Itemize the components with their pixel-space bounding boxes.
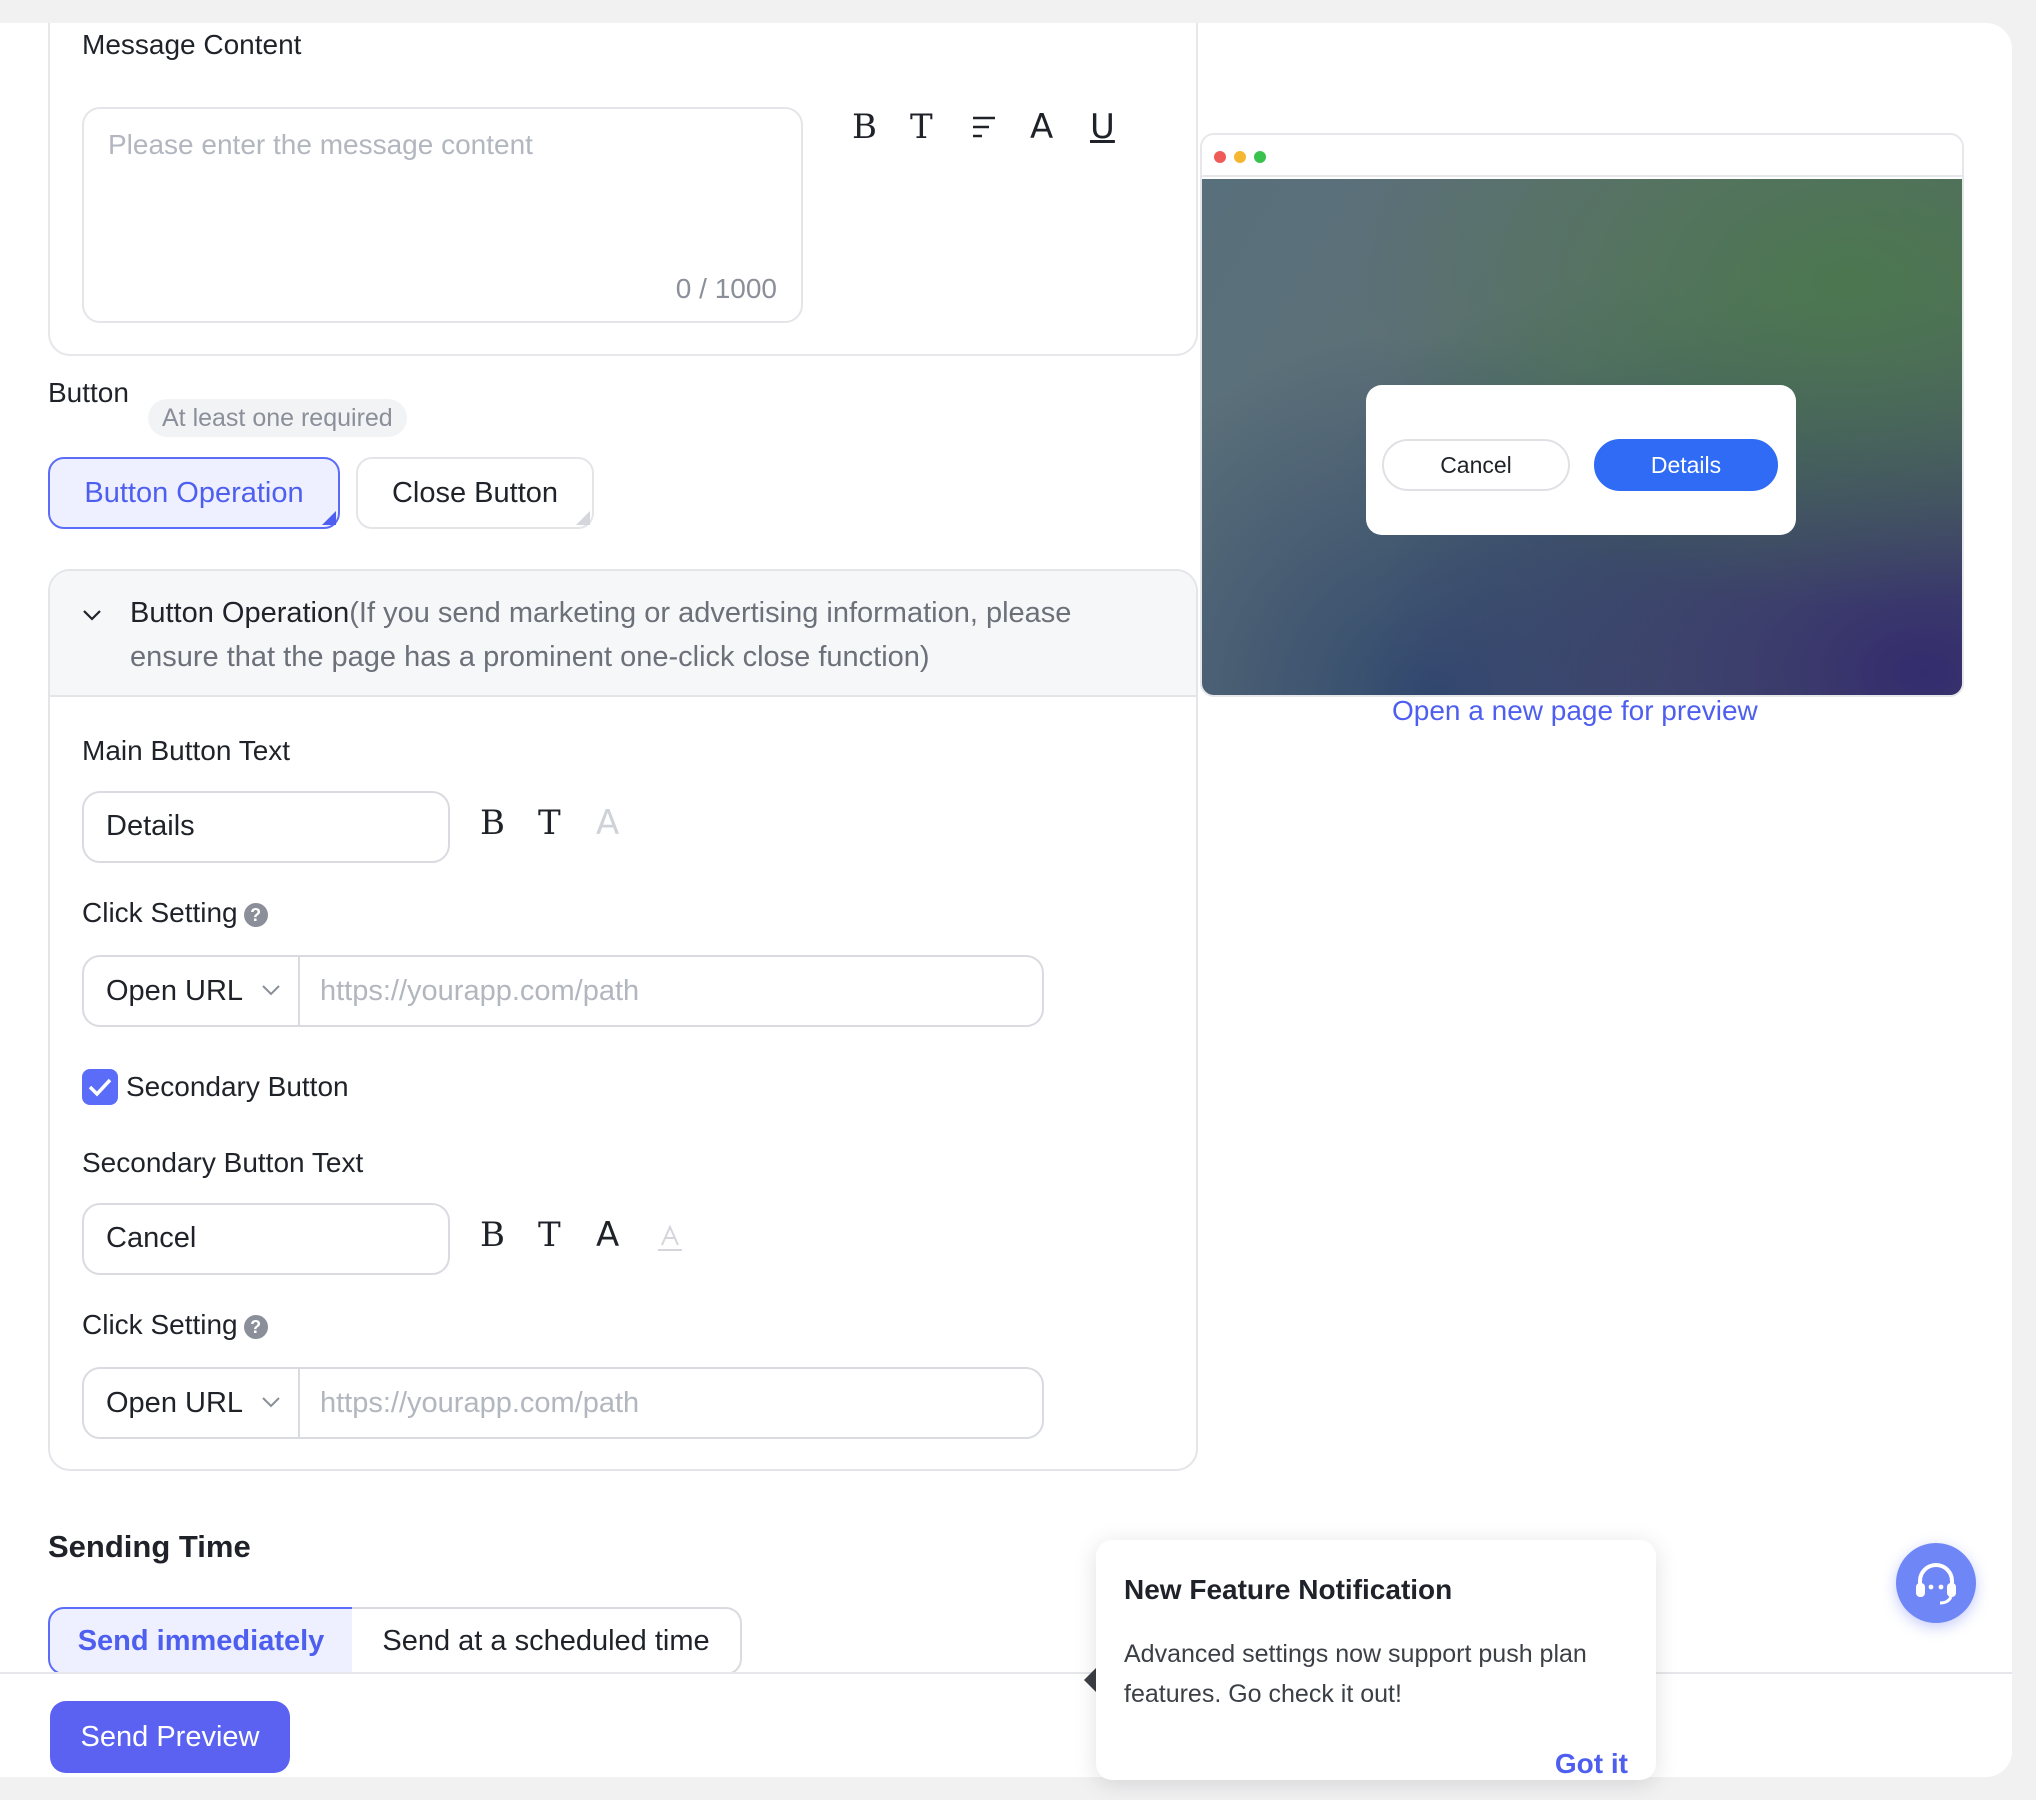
close-button-tab[interactable]: Close Button bbox=[356, 457, 594, 529]
selected-corner-mark bbox=[322, 511, 336, 525]
main-font-size-icon[interactable]: T bbox=[538, 803, 561, 843]
click-setting-combo: Open URL https://yourapp.com/path bbox=[82, 955, 1044, 1027]
send-scheduled-option[interactable]: Send at a scheduled time bbox=[352, 1607, 742, 1675]
message-content-label: Message Content bbox=[82, 29, 302, 60]
main-button-text-input[interactable]: Details bbox=[82, 791, 450, 863]
popover-arrow bbox=[1084, 1668, 1096, 1692]
preview-details-button: Details bbox=[1594, 439, 1778, 491]
button-operation-tab-label: Button Operation bbox=[84, 477, 304, 509]
main-card: Message Content Please enter the message… bbox=[0, 23, 2012, 1777]
chevron-down-icon[interactable] bbox=[260, 1391, 282, 1413]
button-operation-panel: Button Operation(If you send marketing o… bbox=[48, 569, 1198, 1471]
sending-time-title: Sending Time bbox=[48, 1529, 251, 1564]
button-section-label: Button bbox=[48, 377, 129, 408]
help-icon[interactable]: ? bbox=[243, 1314, 268, 1339]
send-preview-button[interactable]: Send Preview bbox=[50, 1701, 290, 1773]
click-setting-label-text: Click Setting bbox=[82, 897, 238, 928]
popover-body: Advanced settings now support push plan … bbox=[1124, 1640, 1587, 1708]
click-action-select-2[interactable]: Open URL bbox=[106, 1369, 243, 1437]
secondary-font-size-icon[interactable]: T bbox=[538, 1215, 561, 1255]
secondary-button-checkbox[interactable] bbox=[82, 1069, 118, 1105]
main-button-text-label: Main Button Text bbox=[82, 735, 291, 766]
bold-icon[interactable]: B bbox=[852, 107, 877, 147]
maximize-dot-icon bbox=[1254, 151, 1266, 163]
panel-title: Button Operation(If you send marketing o… bbox=[130, 591, 1130, 679]
align-icon[interactable] bbox=[970, 113, 998, 141]
preview-dialog: Cancel Details bbox=[1366, 385, 1796, 535]
button-operation-tab[interactable]: Button Operation bbox=[48, 457, 340, 529]
underline-icon[interactable]: U bbox=[1090, 107, 1115, 147]
check-icon bbox=[88, 1078, 112, 1097]
background-color-icon bbox=[658, 1224, 682, 1251]
divider bbox=[298, 1369, 300, 1437]
chevron-down-icon[interactable] bbox=[260, 979, 282, 1001]
secondary-button-label: Secondary Button bbox=[126, 1071, 349, 1102]
click-action-select[interactable]: Open URL bbox=[106, 957, 243, 1025]
panel-title-main: Button Operation bbox=[130, 597, 350, 629]
divider bbox=[298, 957, 300, 1025]
minimize-dot-icon bbox=[1234, 151, 1246, 163]
close-button-tab-label: Close Button bbox=[391, 477, 559, 509]
required-hint-badge: At least one required bbox=[148, 399, 407, 437]
preview-titlebar bbox=[1202, 135, 1962, 177]
url-input[interactable]: https://yourapp.com/path bbox=[320, 957, 639, 1025]
panel-title-note-2: ensure that the page has a prominent one… bbox=[130, 641, 930, 673]
preview-window: Cancel Details bbox=[1200, 133, 1964, 697]
preview-cancel-button: Cancel bbox=[1382, 439, 1570, 491]
popover-title: New Feature Notification bbox=[1124, 1574, 1453, 1605]
secondary-button-text-label: Secondary Button Text bbox=[82, 1147, 364, 1178]
headset-icon bbox=[1916, 1563, 1956, 1605]
close-dot-icon bbox=[1214, 151, 1226, 163]
preview-background: Cancel Details bbox=[1202, 179, 1962, 695]
secondary-font-color-icon[interactable]: A bbox=[596, 1215, 619, 1255]
footer-bar bbox=[0, 1672, 2012, 1777]
font-size-icon[interactable]: T bbox=[910, 107, 933, 147]
send-immediately-option[interactable]: Send immediately bbox=[48, 1607, 354, 1675]
click-setting-combo-2: Open URL https://yourapp.com/path bbox=[82, 1367, 1044, 1439]
main-bold-icon[interactable]: B bbox=[480, 803, 505, 843]
click-setting-label-text-2: Click Setting bbox=[82, 1309, 238, 1340]
panel-header[interactable]: Button Operation(If you send marketing o… bbox=[50, 571, 1196, 697]
open-preview-link[interactable]: Open a new page for preview bbox=[1392, 695, 1758, 727]
click-setting-label-2: Click Setting? bbox=[82, 1309, 268, 1341]
url-input-2[interactable]: https://yourapp.com/path bbox=[320, 1369, 639, 1437]
got-it-button[interactable]: Got it bbox=[1555, 1748, 1628, 1780]
secondary-button-text-input[interactable]: Cancel bbox=[82, 1203, 450, 1275]
corner-mark bbox=[576, 511, 590, 525]
char-counter: 0 / 1000 bbox=[675, 273, 777, 304]
panel-title-note-1: (If you send marketing or advertising in… bbox=[349, 597, 1072, 629]
new-feature-popover: New Feature Notification Advanced settin… bbox=[1096, 1540, 1656, 1780]
click-setting-label: Click Setting? bbox=[82, 897, 268, 929]
font-color-icon[interactable]: A bbox=[1030, 107, 1053, 147]
secondary-bold-icon[interactable]: B bbox=[480, 1215, 505, 1255]
main-font-color-icon: A bbox=[596, 803, 620, 843]
chevron-down-icon[interactable] bbox=[82, 605, 102, 625]
help-icon[interactable]: ? bbox=[243, 902, 268, 927]
message-placeholder: Please enter the message content bbox=[108, 129, 533, 160]
customer-support-button[interactable] bbox=[1896, 1543, 1976, 1623]
message-content-textarea[interactable]: Please enter the message content 0 / 100… bbox=[82, 107, 803, 323]
